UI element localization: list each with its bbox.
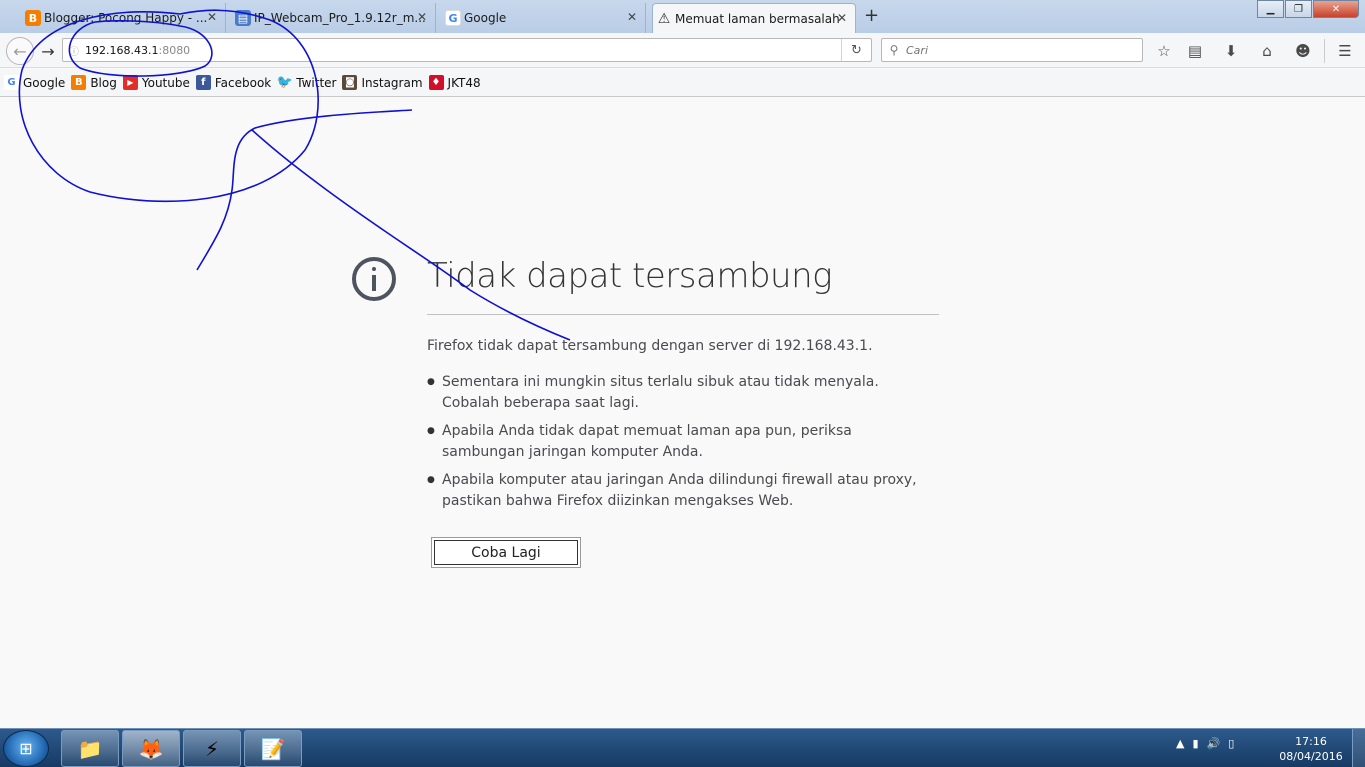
bookmark-label: Blog [90, 75, 117, 90]
clock-date: 08/04/2016 [1279, 750, 1343, 763]
minimize-button[interactable]: ▁ [1257, 0, 1284, 18]
bookmark-google[interactable]: G Google [4, 75, 65, 90]
google-icon: G [445, 10, 461, 26]
retry-button[interactable]: Coba Lagi [431, 537, 581, 568]
close-tab-icon[interactable]: ✕ [207, 10, 217, 24]
tab-label: Google [464, 11, 507, 25]
window-controls: ▁ ❐ ✕ [1256, 0, 1359, 18]
bookmarks-toolbar: G Google B Blog ▶ Youtube f Facebook 🐦 T… [0, 69, 1365, 97]
address-bar[interactable]: ⓘ 192.168.43.1:8080 ↻ [62, 38, 872, 62]
tab-ip-webcam[interactable]: ▤ IP_Webcam_Pro_1.9.12r_m... ✕ [232, 3, 436, 33]
instagram-icon: ◙ [342, 75, 358, 90]
warning-icon: ⚠ [657, 11, 671, 27]
start-button[interactable]: ⊞ [3, 730, 49, 767]
notepad-taskbar-icon[interactable]: 📝 [244, 730, 302, 767]
restore-button[interactable]: ❐ [1285, 0, 1312, 18]
explorer-taskbar-icon[interactable]: 📁 [61, 730, 119, 767]
menu-icon[interactable]: ☰ [1334, 41, 1356, 61]
site-info-icon[interactable]: ⓘ [63, 43, 85, 58]
bookmark-blog[interactable]: B Blog [71, 75, 117, 90]
close-window-button[interactable]: ✕ [1313, 0, 1359, 18]
close-tab-icon[interactable]: ✕ [417, 10, 427, 24]
blogger-icon: B [71, 75, 87, 90]
youtube-icon: ▶ [122, 75, 138, 90]
downloads-icon[interactable]: ⬇ [1220, 41, 1242, 61]
suggestion-item: Sementara ini mungkin situs terlalu sibu… [427, 372, 927, 414]
search-input[interactable] [906, 43, 1126, 57]
document-icon: ▤ [235, 10, 251, 26]
search-icon: ⚲ [889, 43, 899, 57]
bookmark-star-icon[interactable]: ☆ [1153, 41, 1175, 61]
forward-button[interactable]: → [36, 40, 60, 62]
retry-label: Coba Lagi [434, 540, 578, 565]
error-title: Tidak dapat tersambung [427, 256, 833, 296]
back-button[interactable]: ← [6, 37, 34, 65]
url-host: 192.168.43.1 [85, 43, 159, 57]
close-tab-icon[interactable]: ✕ [627, 10, 637, 24]
bookmark-instagram[interactable]: ◙ Instagram [342, 75, 423, 90]
bookmark-jkt48[interactable]: ♦ JKT48 [428, 75, 481, 90]
google-icon: G [4, 75, 19, 90]
new-tab-button[interactable]: + [864, 5, 879, 26]
tab-label: Memuat laman bermasalah [675, 11, 840, 26]
error-description: Firefox tidak dapat tersambung dengan se… [427, 338, 873, 354]
tab-strip: B Blogger: Pocong Happy - ... ✕ ▤ IP_Web… [0, 0, 1365, 33]
winamp-taskbar-icon[interactable]: ⚡ [183, 730, 241, 767]
volume-icon[interactable]: 🔊 [1207, 737, 1221, 750]
system-clock[interactable]: 17:16 08/04/2016 [1275, 734, 1347, 764]
tab-label: Blogger: Pocong Happy - ... [44, 11, 208, 25]
close-tab-icon[interactable]: ✕ [837, 11, 847, 25]
tab-blogger[interactable]: B Blogger: Pocong Happy - ... ✕ [22, 3, 226, 33]
bookmark-facebook[interactable]: f Facebook [195, 75, 272, 90]
suggestion-item: Apabila Anda tidak dapat memuat laman ap… [427, 421, 927, 463]
bookmark-youtube[interactable]: ▶ Youtube [122, 75, 190, 90]
bookmark-label: Google [23, 75, 66, 90]
clock-time: 17:16 [1295, 735, 1327, 748]
tray-expand-icon[interactable]: ▲ [1176, 737, 1184, 750]
hello-icon[interactable]: ☻ [1292, 41, 1314, 61]
bookmark-twitter[interactable]: 🐦 Twitter [277, 75, 336, 90]
bookmark-label: Twitter [296, 75, 337, 90]
twitter-icon: 🐦 [276, 75, 293, 90]
network-icon[interactable]: ▮ [1192, 737, 1198, 750]
facebook-icon: f [195, 75, 211, 90]
jkt48-icon: ♦ [428, 75, 444, 90]
battery-icon[interactable]: ▯ [1228, 737, 1234, 750]
bookmark-label: Instagram [361, 75, 423, 90]
bookmark-label: Youtube [141, 75, 190, 90]
error-suggestions: Sementara ini mungkin situs terlalu sibu… [427, 372, 927, 519]
title-divider [427, 314, 939, 315]
taskbar: ⊞ 📁 🦊 ⚡ 📝 ▲ ▮ 🔊 ▯ 17:16 08/04/2016 [0, 728, 1365, 767]
error-page: Tidak dapat tersambung Firefox tidak dap… [0, 97, 1365, 728]
bookmark-label: Facebook [214, 75, 272, 90]
url-port: :8080 [158, 43, 191, 57]
suggestion-item: Apabila komputer atau jaringan Anda dili… [427, 470, 927, 512]
bookmarks-list-icon[interactable]: ▤ [1184, 41, 1206, 61]
navigation-bar: ← → ⓘ 192.168.43.1:8080 ↻ ⚲ ☆ ▤ ⬇ ⌂ ☻ ☰ [0, 33, 1365, 68]
home-icon[interactable]: ⌂ [1256, 41, 1278, 61]
firefox-taskbar-icon[interactable]: 🦊 [122, 730, 180, 767]
bookmark-label: JKT48 [447, 75, 481, 90]
toolbar-divider [1324, 39, 1325, 63]
tab-label: IP_Webcam_Pro_1.9.12r_m... [254, 11, 425, 25]
reload-button[interactable]: ↻ [841, 39, 871, 61]
show-desktop-button[interactable] [1352, 729, 1365, 767]
system-tray: ▲ ▮ 🔊 ▯ [1176, 737, 1234, 750]
info-icon [352, 257, 396, 301]
search-bar[interactable]: ⚲ [881, 38, 1143, 62]
blogger-icon: B [25, 10, 41, 26]
tab-error-page[interactable]: ⚠ Memuat laman bermasalah ✕ [652, 3, 856, 33]
tab-google[interactable]: G Google ✕ [442, 3, 646, 33]
